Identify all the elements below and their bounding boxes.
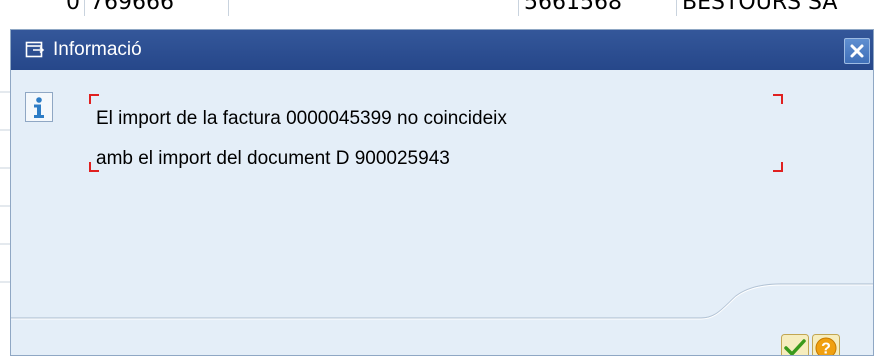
table-divider bbox=[84, 0, 85, 16]
close-icon bbox=[850, 44, 864, 58]
focus-bracket bbox=[89, 94, 99, 104]
table-row: 0 769666 5661568 BESTOURS SA bbox=[0, 0, 876, 20]
help-button[interactable]: ? bbox=[812, 334, 840, 357]
info-icon bbox=[25, 92, 53, 122]
svg-text:?: ? bbox=[821, 341, 831, 357]
help-question-icon: ? bbox=[812, 334, 840, 357]
background-gridlines bbox=[0, 91, 10, 283]
dialog-footer: ? bbox=[11, 278, 873, 355]
screen: 0 769666 5661568 BESTOURS SA Informació … bbox=[0, 0, 876, 358]
table-cell: BESTOURS SA bbox=[682, 0, 838, 15]
footer-divider bbox=[11, 283, 873, 320]
table-divider bbox=[228, 0, 229, 16]
background-table: 0 769666 5661568 BESTOURS SA bbox=[0, 0, 876, 30]
ok-button[interactable] bbox=[781, 334, 809, 355]
table-divider bbox=[676, 0, 677, 16]
message-line-1: El import de la factura 0000045399 no co… bbox=[96, 108, 507, 129]
dialog-window-icon bbox=[25, 40, 45, 60]
focus-bracket bbox=[773, 94, 783, 104]
dialog-title: Informació bbox=[53, 39, 142, 60]
message-line-2: amb el import del document D 900025943 bbox=[96, 148, 450, 169]
close-button[interactable] bbox=[844, 38, 870, 64]
table-cell: 769666 bbox=[90, 0, 174, 15]
table-divider bbox=[518, 0, 519, 16]
table-cell: 5661568 bbox=[524, 0, 622, 15]
focus-bracket bbox=[773, 162, 783, 172]
table-cell: 0 bbox=[66, 0, 80, 15]
checkmark-icon bbox=[781, 334, 809, 355]
dialog-content: El import de la factura 0000045399 no co… bbox=[11, 70, 873, 310]
dialog-titlebar[interactable]: Informació bbox=[11, 30, 873, 70]
information-dialog: Informació El import de la factura 00000… bbox=[10, 29, 874, 356]
